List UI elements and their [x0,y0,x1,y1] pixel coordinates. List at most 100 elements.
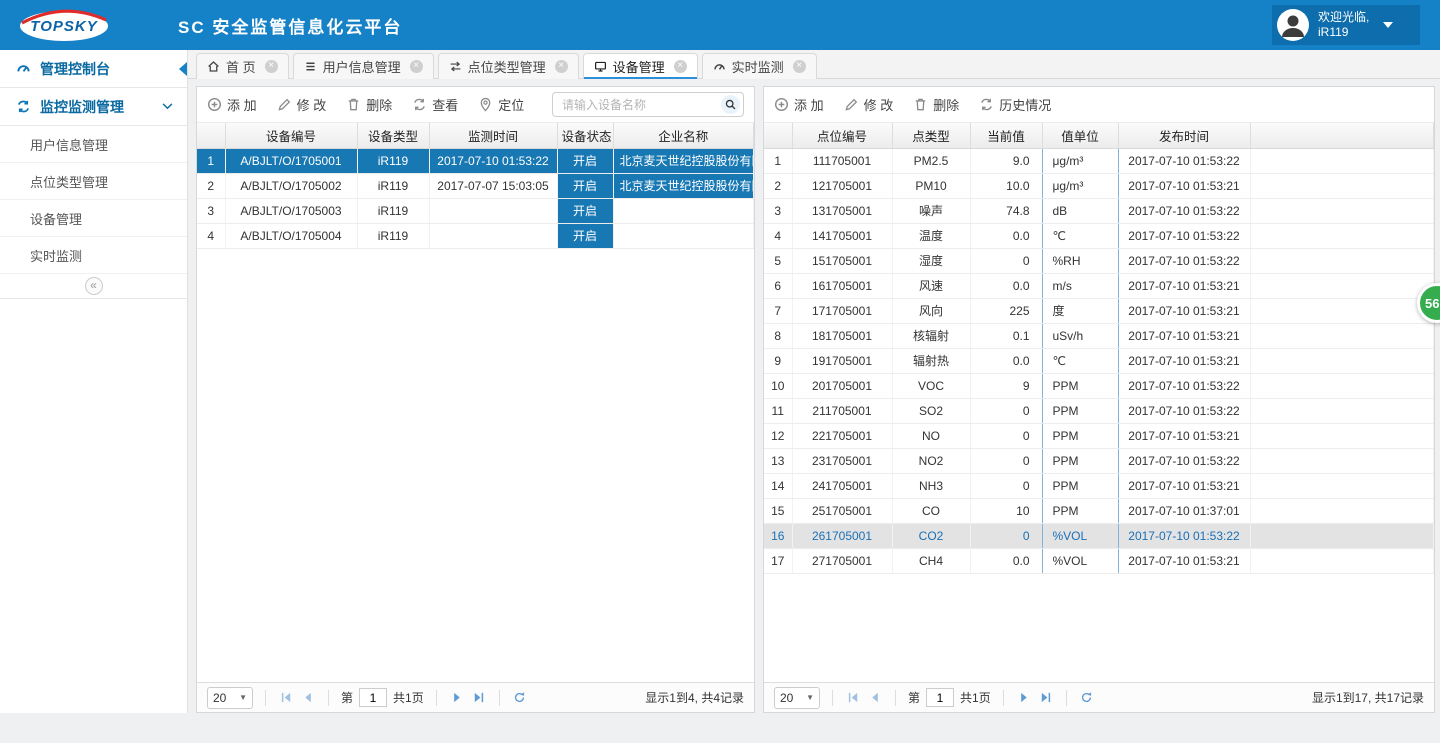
cell-filler [1250,248,1434,273]
sidebar-item-user-info[interactable]: 用户信息管理 [0,126,187,163]
col-point-code[interactable]: 点位编号 [792,123,892,148]
page-number-input[interactable] [359,688,387,707]
table-row[interactable]: 1A/BJLT/O/1705001iR1192017-07-10 01:53:2… [197,148,754,173]
table-row[interactable]: 9191705001辐射热0.0℃2017-07-10 01:53:21 [764,348,1434,373]
close-icon[interactable]: × [793,60,806,73]
table-row[interactable]: 13231705001NO20PPM2017-07-10 01:53:22 [764,448,1434,473]
tab-bar: 首 页 × 用户信息管理 × 点位类型管理 × [188,50,1440,79]
tab-label: 设备管理 [613,57,665,76]
cell-type: iR119 [357,223,429,248]
user-menu[interactable]: 欢迎光临, iR119 [1272,5,1420,45]
cell-filler [1250,148,1434,173]
divider [265,690,266,706]
table-row[interactable]: 10201705001VOC9PPM2017-07-10 01:53:22 [764,373,1434,398]
tab-user-info[interactable]: 用户信息管理 × [293,53,434,79]
delete-button[interactable]: 删除 [346,95,392,114]
add-label: 添 加 [227,95,257,114]
col-value-unit[interactable]: 值单位 [1042,123,1118,148]
close-icon[interactable]: × [265,60,278,73]
table-row[interactable]: 5151705001湿度0%RH2017-07-10 01:53:22 [764,248,1434,273]
last-page-button[interactable] [1038,690,1054,706]
tab-realtime[interactable]: 实时监测 × [702,53,817,79]
table-row[interactable]: 1111705001PM2.59.0μg/m³2017-07-10 01:53:… [764,148,1434,173]
table-row[interactable]: 6161705001风速0.0m/s2017-07-10 01:53:21 [764,273,1434,298]
monitor-pagination: 20 ▼ 第 共1页 [764,682,1434,712]
delete-button[interactable]: 删除 [913,95,959,114]
cell-status: 开启 [557,148,613,173]
sidebar-item-dashboard[interactable]: 管理控制台 [0,50,187,88]
chevron-down-icon[interactable] [1383,22,1393,28]
next-page-button[interactable] [449,690,465,706]
history-button[interactable]: 历史情况 [979,95,1051,114]
cell-filler [1250,423,1434,448]
add-button[interactable]: 添 加 [774,95,824,114]
add-button[interactable]: 添 加 [207,95,257,114]
table-row[interactable]: 17271705001CH40.0%VOL2017-07-10 01:53:21 [764,548,1434,573]
sidebar-item-realtime[interactable]: 实时监测 [0,237,187,274]
next-page-button[interactable] [1016,690,1032,706]
tab-point-type[interactable]: 点位类型管理 × [438,53,579,79]
last-page-button[interactable] [471,690,487,706]
sidebar-item-point-type[interactable]: 点位类型管理 [0,163,187,200]
table-row[interactable]: 12221705001NO0PPM2017-07-10 01:53:21 [764,423,1434,448]
view-button[interactable]: 查看 [412,95,458,114]
cell-type: 温度 [892,223,970,248]
search-input[interactable] [560,97,721,113]
device-pagination: 20 ▼ 第 共1页 [197,682,754,712]
table-row[interactable]: 7171705001风向225度2017-07-10 01:53:21 [764,298,1434,323]
cell-type: iR119 [357,173,429,198]
sidebar-item-monitor-mgmt[interactable]: 监控监测管理 [0,88,187,126]
page-size-select[interactable]: 20 ▼ [207,687,253,709]
close-icon[interactable]: × [410,60,423,73]
table-row[interactable]: 11211705001SO20PPM2017-07-10 01:53:22 [764,398,1434,423]
col-current-value[interactable]: 当前值 [970,123,1042,148]
col-device-code[interactable]: 设备编号 [225,123,357,148]
table-row[interactable]: 14241705001NH30PPM2017-07-10 01:53:21 [764,473,1434,498]
device-table-body: 1A/BJLT/O/1705001iR1192017-07-10 01:53:2… [197,148,754,248]
col-point-type[interactable]: 点类型 [892,123,970,148]
page-size-select[interactable]: 20 ▼ [774,687,820,709]
prev-page-button[interactable] [867,690,883,706]
close-icon[interactable]: × [674,60,687,73]
table-row[interactable]: 4141705001温度0.0℃2017-07-10 01:53:22 [764,223,1434,248]
first-page-button[interactable] [845,690,861,706]
col-company[interactable]: 企业名称 [613,123,754,148]
prev-page-button[interactable] [300,690,316,706]
monitor-table: 点位编号 点类型 当前值 值单位 发布时间 1111705001PM2.59.0… [764,123,1434,574]
edit-button[interactable]: 修 改 [844,95,894,114]
cell-value: 0 [970,473,1042,498]
locate-label: 定位 [498,95,524,114]
cell-value: 9.0 [970,148,1042,173]
col-device-type[interactable]: 设备类型 [357,123,429,148]
table-row[interactable]: 4A/BJLT/O/1705004iR119开启 [197,223,754,248]
table-row[interactable]: 15251705001CO10PPM2017-07-10 01:37:01 [764,498,1434,523]
tab-device-mgmt[interactable]: 设备管理 × [583,53,698,79]
sidebar-item-device-mgmt[interactable]: 设备管理 [0,200,187,237]
edit-button[interactable]: 修 改 [277,95,327,114]
search-button[interactable] [721,95,740,114]
col-publish-time[interactable]: 发布时间 [1118,123,1250,148]
cell-value: 0 [970,248,1042,273]
content-panels: 添 加 修 改 删除 [188,79,1440,713]
table-row[interactable]: 2A/BJLT/O/1705002iR1192017-07-07 15:03:0… [197,173,754,198]
table-row[interactable]: 3131705001噪声74.8dB2017-07-10 01:53:22 [764,198,1434,223]
collapse-sidebar-button[interactable]: « [85,277,103,295]
device-table: 设备编号 设备类型 监测时间 设备状态 企业名称 1A/BJLT/O/17050… [197,123,754,249]
col-device-status[interactable]: 设备状态 [557,123,613,148]
cell-filler [1250,498,1434,523]
tab-home[interactable]: 首 页 × [196,53,289,79]
page-number-input[interactable] [926,688,954,707]
col-monitor-time[interactable]: 监测时间 [429,123,557,148]
close-icon[interactable]: × [555,60,568,73]
table-row[interactable]: 3A/BJLT/O/1705003iR119开启 [197,198,754,223]
table-row[interactable]: 8181705001核辐射0.1uSv/h2017-07-10 01:53:21 [764,323,1434,348]
cell-type: SO2 [892,398,970,423]
first-page-button[interactable] [278,690,294,706]
cell-value: 10 [970,498,1042,523]
locate-button[interactable]: 定位 [478,95,524,114]
refresh-button[interactable] [1079,690,1095,706]
table-row[interactable]: 16261705001CO20%VOL2017-07-10 01:53:22 [764,523,1434,548]
table-row[interactable]: 2121705001PM1010.0μg/m³2017-07-10 01:53:… [764,173,1434,198]
refresh-button[interactable] [512,690,528,706]
cell-code: 211705001 [792,398,892,423]
